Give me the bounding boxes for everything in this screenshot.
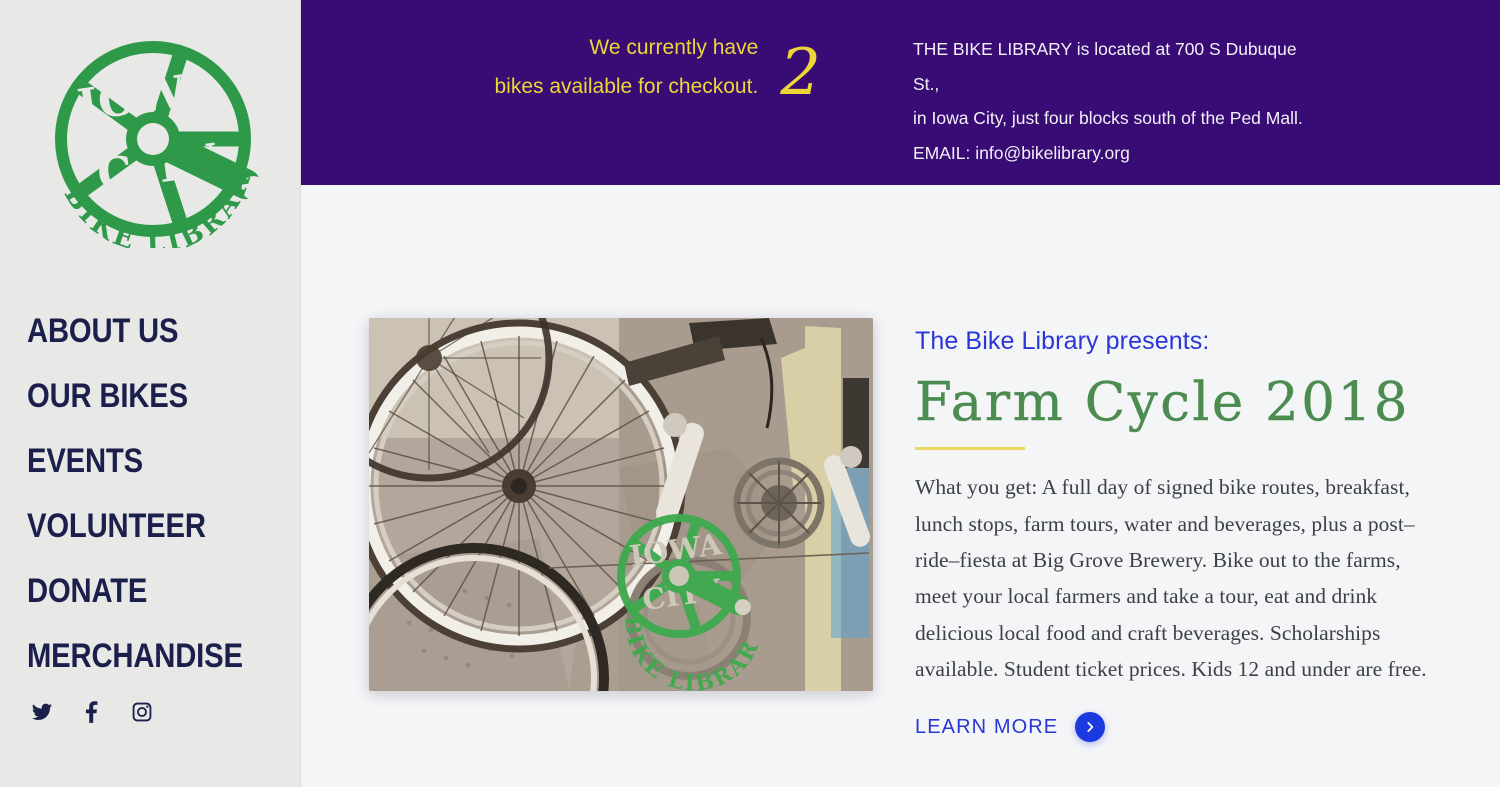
address-line-2: St., — [913, 73, 940, 94]
address-line-3: in Iowa City, just four blocks south of … — [913, 108, 1303, 129]
address-line-1: THE BIKE LIBRARY is located at 700 S Dub… — [913, 39, 1297, 59]
bike-availability: We currently have bikes available for ch… — [301, 0, 821, 107]
nav-volunteer[interactable]: VOLUNTEER — [27, 494, 251, 559]
main-navigation: ABOUT US OUR BIKES EVENTS VOLUNTEER DONA… — [27, 299, 287, 689]
feature-text: The Bike Library presents: Farm Cycle 20… — [915, 318, 1445, 787]
availability-line-2: bikes available for checkout. — [494, 74, 759, 98]
top-banner: We currently have bikes available for ch… — [301, 0, 1500, 185]
available-bike-count: 2 — [780, 36, 821, 110]
nav-donate[interactable]: DONATE — [27, 559, 251, 624]
social-links — [31, 701, 153, 723]
facebook-icon[interactable] — [81, 701, 103, 723]
nav-about-us[interactable]: ABOUT US — [27, 299, 251, 364]
learn-more-label: LEARN MORE — [915, 715, 1059, 738]
twitter-icon[interactable] — [31, 701, 53, 723]
nav-merchandise[interactable]: MERCHANDISE — [27, 624, 251, 689]
event-title: Farm Cycle 2018 — [915, 372, 1410, 433]
presents-label: The Bike Library presents: — [915, 327, 1210, 355]
site-logo[interactable]: IOWA CITY BIKE LIBRARY — [30, 10, 266, 259]
bicycle-wheels-photo[interactable]: IOWA CITY BIKE LIBRARY — [369, 318, 873, 691]
feature-section: IOWA CITY BIKE LIBRARY — [301, 185, 1500, 787]
instagram-icon[interactable] — [131, 701, 153, 723]
nav-events[interactable]: EVENTS — [27, 429, 251, 494]
main-column: We currently have bikes available for ch… — [301, 0, 1500, 787]
availability-text: We currently have bikes available for ch… — [494, 29, 758, 107]
event-description: What you get: A full day of signed bike … — [915, 475, 1427, 681]
email-line[interactable]: EMAIL: info@bikelibrary.org — [913, 136, 1303, 171]
availability-line-1: We currently have — [589, 36, 759, 59]
nav-our-bikes[interactable]: OUR BIKES — [27, 364, 251, 429]
chevron-right-icon[interactable] — [1075, 712, 1106, 743]
location-info: THE BIKE LIBRARY is located at 700 S Dub… — [821, 0, 1303, 171]
title-divider — [915, 447, 1025, 451]
learn-more-link[interactable]: LEARN MORE — [915, 712, 1106, 743]
sidebar: IOWA CITY BIKE LIBRARY ABOUT US OUR BIKE… — [0, 0, 301, 787]
